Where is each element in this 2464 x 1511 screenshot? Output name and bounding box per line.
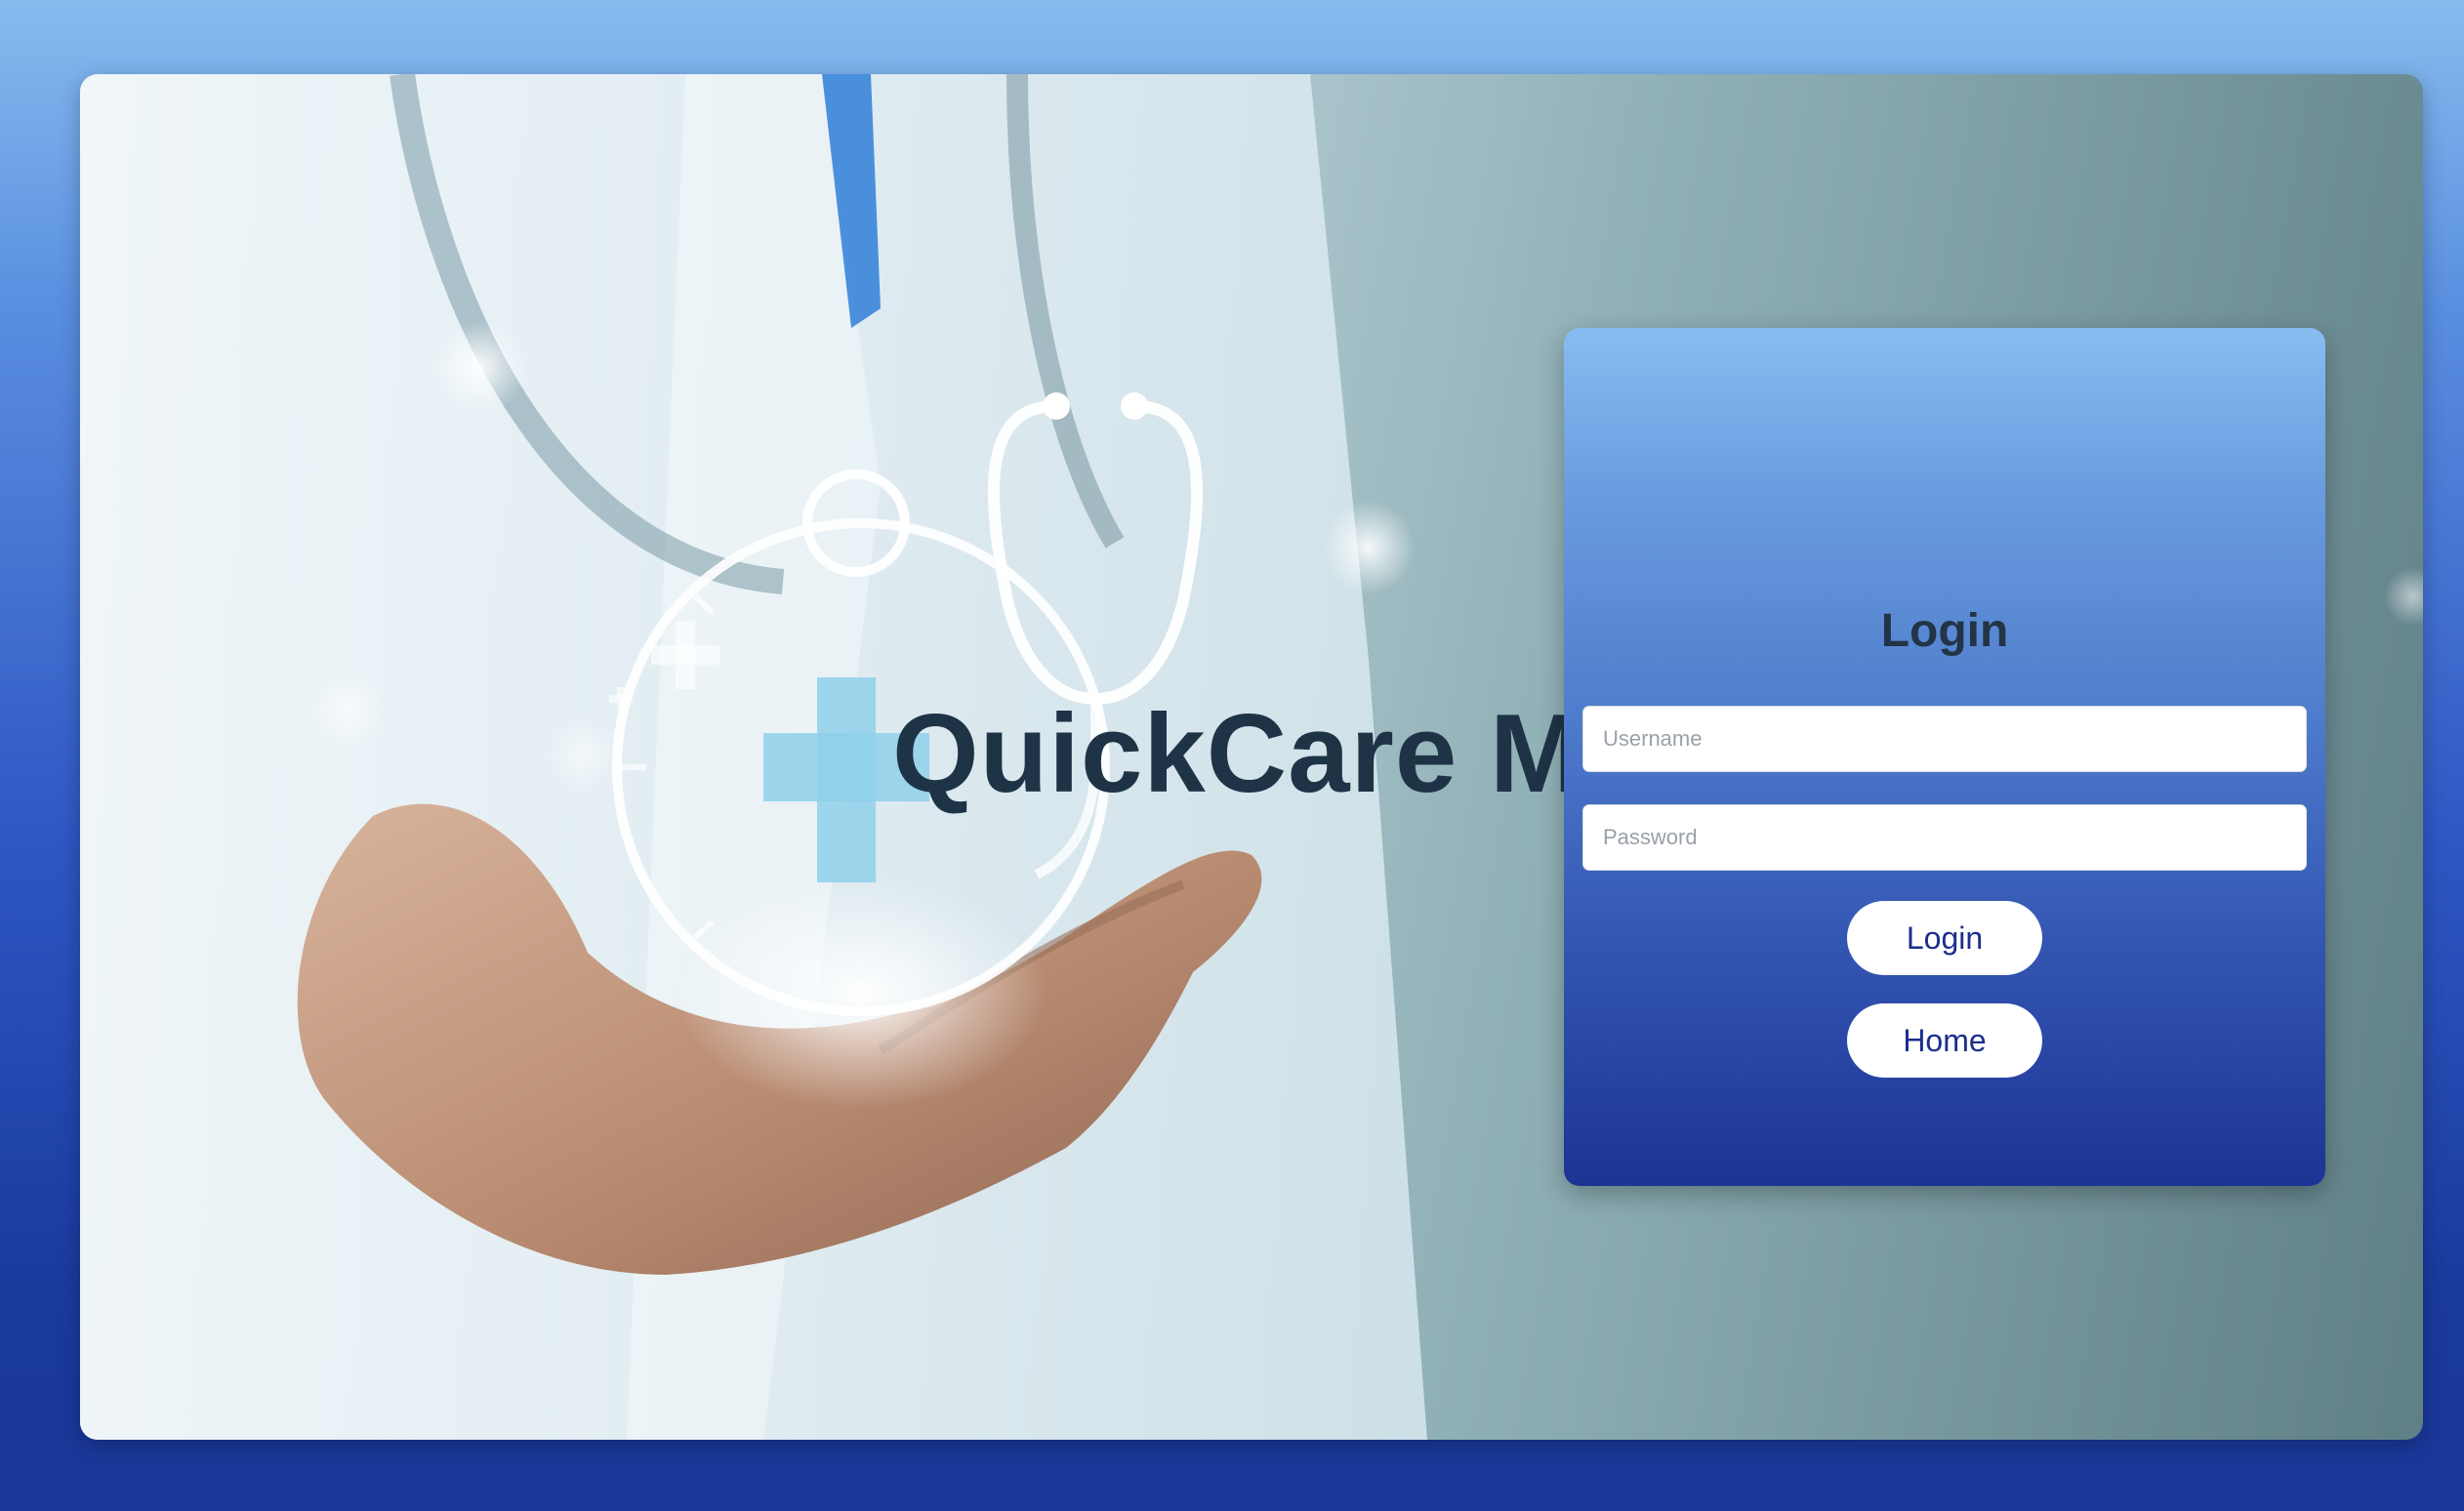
login-panel: Login Login Home xyxy=(1564,328,2325,1186)
login-heading: Login xyxy=(1880,605,2009,657)
brand-title: QuickCare Md xyxy=(892,692,1653,816)
username-input[interactable] xyxy=(1582,706,2307,772)
password-input[interactable] xyxy=(1582,804,2307,871)
login-button[interactable]: Login xyxy=(1847,901,2042,975)
home-button[interactable]: Home xyxy=(1847,1003,2042,1078)
hero-card: QuickCare Md Login Login Home xyxy=(80,74,2423,1440)
